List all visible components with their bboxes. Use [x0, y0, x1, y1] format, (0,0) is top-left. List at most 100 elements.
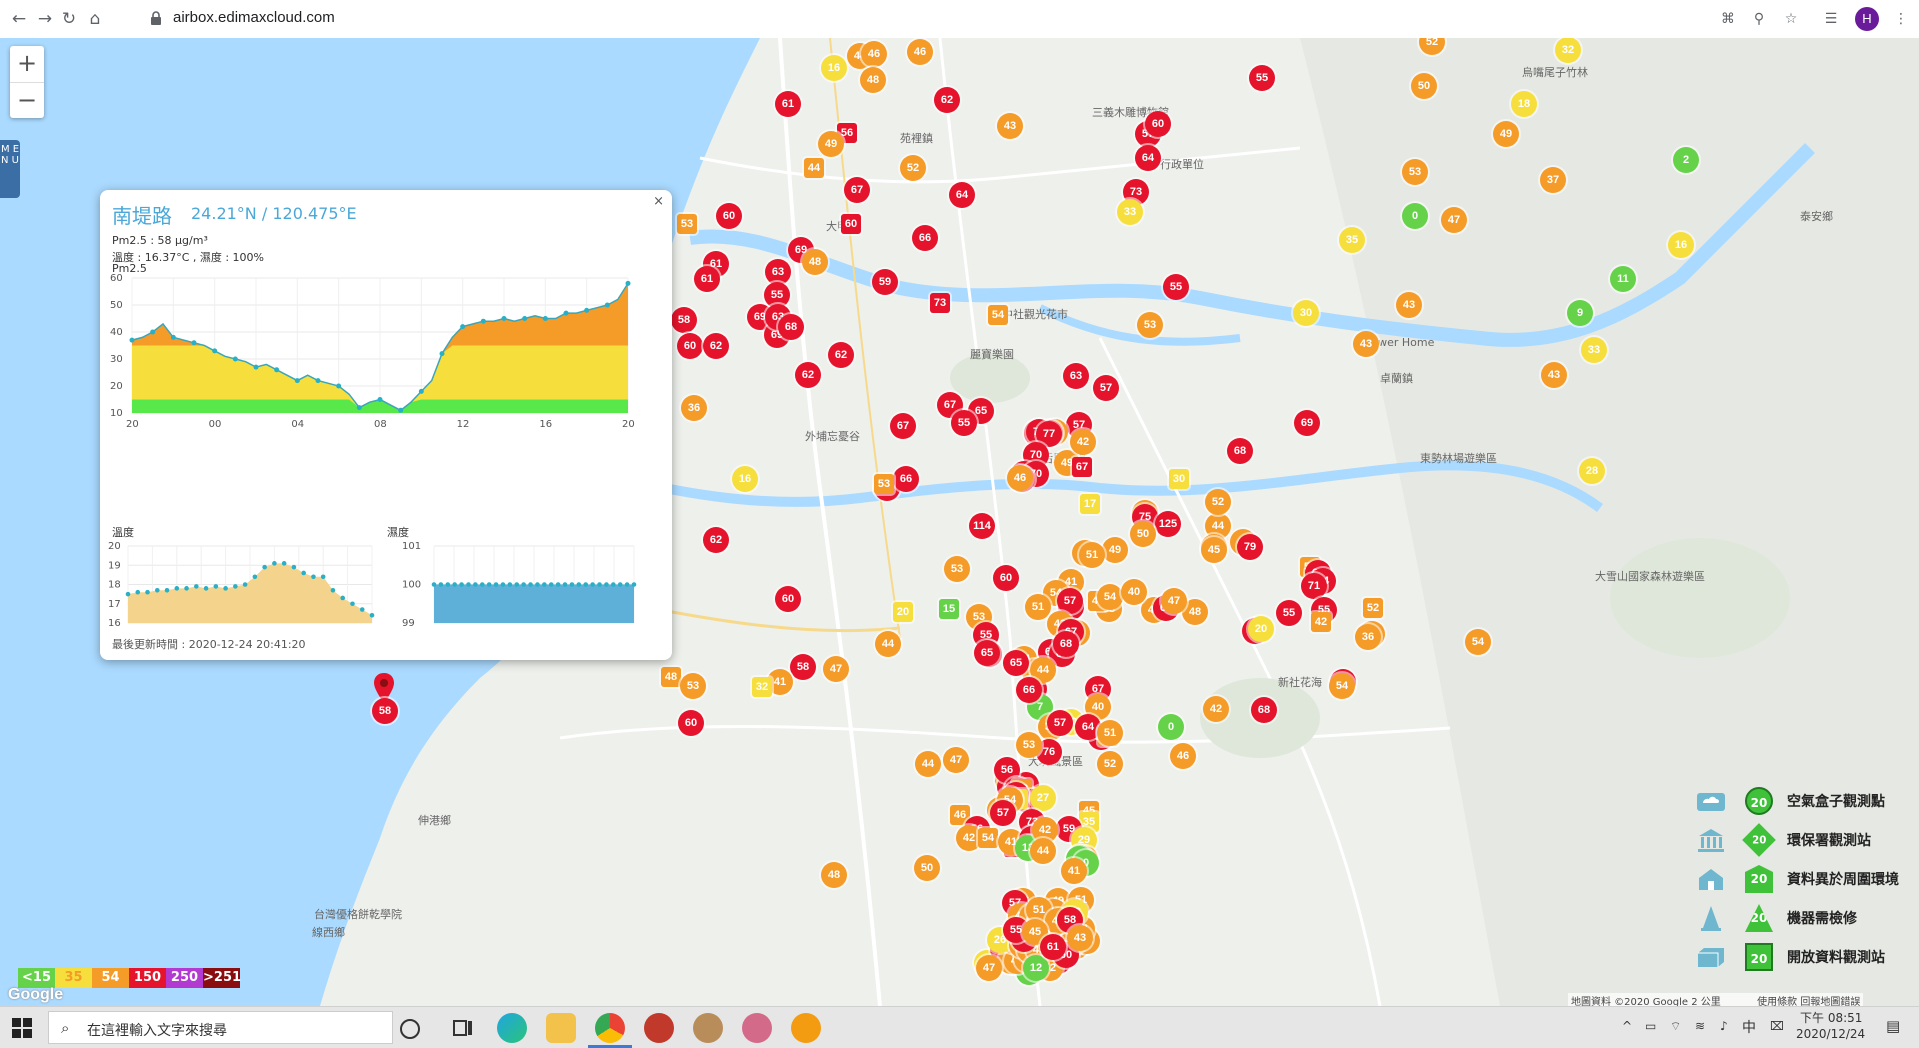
sensor-marker[interactable]: 55 [1276, 600, 1302, 626]
tray-wifi-icon[interactable]: ≋ [1695, 1019, 1705, 1033]
sensor-marker[interactable]: 9 [1567, 300, 1593, 326]
clock-date[interactable]: 2020/12/24 [1796, 1027, 1865, 1041]
sensor-marker[interactable]: 11 [1610, 266, 1636, 292]
sensor-marker[interactable]: 48 [661, 667, 681, 687]
more-menu-icon[interactable]: ⋮ [1890, 8, 1912, 30]
sensor-marker[interactable]: 48 [802, 249, 828, 275]
sensor-marker[interactable]: 44 [875, 631, 901, 657]
cortana-icon[interactable] [400, 1019, 420, 1039]
sensor-marker[interactable]: 53 [1137, 312, 1163, 338]
sensor-marker[interactable]: 60 [1145, 111, 1171, 137]
map-attribution[interactable]: 地圖資料 ©2020 Google 2 公里 ______ 使用條款 回報地圖錯… [1568, 993, 1864, 1006]
taskbar-search[interactable]: ⌕ 在這裡輸入文字來搜尋 [48, 1011, 393, 1044]
sensor-marker[interactable]: 53 [1402, 159, 1428, 185]
sensor-marker[interactable]: 67 [844, 177, 870, 203]
sensor-marker[interactable]: 68 [778, 314, 804, 340]
sensor-marker[interactable]: 79 [1237, 534, 1263, 560]
sensor-marker[interactable]: 53 [680, 673, 706, 699]
forward-button[interactable]: → [34, 8, 56, 30]
sensor-marker[interactable]: 37 [1540, 167, 1566, 193]
sensor-marker[interactable]: 53 [1016, 732, 1042, 758]
map-canvas[interactable]: 三義木雕博物館 行政單位 卓蘭鎮 大甲 苑裡鎮 東勢林場遊樂區 大雪山國家森林遊… [0, 38, 1919, 1006]
zoom-in-button[interactable]: + [10, 46, 44, 83]
sensor-marker[interactable]: 68 [1053, 631, 1079, 657]
sensor-marker[interactable]: 57 [1093, 375, 1119, 401]
sensor-marker[interactable]: 46 [1170, 743, 1196, 769]
sensor-marker[interactable]: 68 [1251, 697, 1277, 723]
zoom-icon[interactable]: ⚲ [1748, 8, 1770, 30]
sensor-marker[interactable]: 49 [1493, 121, 1519, 147]
sensor-marker[interactable]: 60 [677, 333, 703, 359]
sensor-marker[interactable]: 50 [1130, 521, 1156, 547]
sensor-marker[interactable]: 69 [1294, 410, 1320, 436]
sensor-marker[interactable]: 47 [1161, 588, 1187, 614]
back-button[interactable]: ← [8, 8, 30, 30]
sensor-marker[interactable]: 51 [1025, 594, 1051, 620]
menu-tab[interactable]: M E N U [0, 140, 20, 198]
edge-browser-icon[interactable] [497, 1013, 527, 1043]
sensor-marker[interactable]: 54 [988, 305, 1008, 325]
notification-icon[interactable]: ▤ [1886, 1017, 1900, 1035]
close-icon[interactable]: × [653, 194, 664, 209]
sensor-marker[interactable]: 33 [1117, 199, 1143, 225]
sensor-marker[interactable]: 47 [823, 656, 849, 682]
sensor-marker[interactable]: 20 [893, 602, 913, 622]
sensor-marker[interactable]: 49 [818, 131, 844, 157]
task-view-icon[interactable] [448, 1013, 478, 1043]
sensor-marker[interactable]: 32 [1555, 38, 1581, 63]
sensor-marker[interactable]: 42 [1203, 696, 1229, 722]
tray-ime-indicator[interactable]: 中 [1742, 1017, 1756, 1037]
sensor-marker[interactable]: 48 [860, 67, 886, 93]
google-logo[interactable]: Google [8, 986, 63, 1004]
reading-list-icon[interactable]: ☰ [1820, 8, 1842, 30]
sensor-marker[interactable]: 46 [1007, 465, 1033, 491]
sensor-marker[interactable]: 54 [1465, 629, 1491, 655]
sensor-marker[interactable]: 66 [893, 466, 919, 492]
sensor-marker[interactable]: 50 [1411, 73, 1437, 99]
sensor-marker[interactable]: 64 [1135, 145, 1161, 171]
sensor-marker[interactable]: 12 [1023, 955, 1049, 981]
windows-start-icon[interactable] [12, 1018, 32, 1038]
sensor-marker[interactable]: 30 [1293, 300, 1319, 326]
sensor-marker-selected[interactable]: 58 [372, 698, 398, 724]
sensor-marker[interactable]: 60 [775, 586, 801, 612]
translate-icon[interactable]: ⌘ [1717, 8, 1739, 30]
sensor-marker[interactable]: 27 [1030, 785, 1056, 811]
sensor-marker[interactable]: 62 [828, 342, 854, 368]
app-icon-orange[interactable] [791, 1013, 821, 1043]
sensor-marker[interactable]: 40 [1121, 579, 1147, 605]
sensor-marker[interactable]: 53 [874, 474, 894, 494]
sensor-marker[interactable]: 55 [1163, 274, 1189, 300]
sensor-marker[interactable]: 65 [974, 640, 1000, 666]
sensor-marker[interactable]: 61 [1040, 934, 1066, 960]
sensor-marker[interactable]: 58 [671, 307, 697, 333]
sensor-marker[interactable]: 36 [681, 395, 707, 421]
sensor-marker[interactable]: 47 [943, 747, 969, 773]
sensor-marker[interactable]: 52 [1205, 489, 1231, 515]
sensor-marker[interactable]: 62 [795, 362, 821, 388]
sensor-marker[interactable]: 54 [1329, 673, 1355, 699]
sensor-marker[interactable]: 47 [976, 955, 1002, 981]
sensor-marker[interactable]: 66 [912, 225, 938, 251]
chrome-browser-icon[interactable] [595, 1013, 625, 1043]
sensor-marker[interactable]: 42 [1311, 612, 1331, 632]
sensor-marker[interactable]: 52 [1363, 598, 1383, 618]
tray-input-icon[interactable]: ⌧ [1770, 1019, 1784, 1033]
sensor-marker[interactable]: 62 [703, 333, 729, 359]
sensor-marker[interactable]: 46 [907, 39, 933, 65]
sensor-marker[interactable]: 60 [678, 710, 704, 736]
sensor-marker[interactable]: 20 [1248, 616, 1274, 642]
sensor-marker[interactable]: 60 [841, 214, 861, 234]
sensor-marker[interactable]: 57 [1047, 710, 1073, 736]
sensor-marker[interactable]: 44 [915, 751, 941, 777]
sensor-marker[interactable]: 62 [934, 87, 960, 113]
sensor-marker[interactable]: 16 [732, 466, 758, 492]
app-icon-pink[interactable] [742, 1013, 772, 1043]
sensor-marker[interactable]: 60 [993, 565, 1019, 591]
bookmark-star-icon[interactable]: ☆ [1780, 8, 1802, 30]
address-bar[interactable]: airbox.edimaxcloud.com [173, 9, 335, 26]
sensor-marker[interactable]: 55 [951, 410, 977, 436]
sensor-marker[interactable]: 51 [1097, 720, 1123, 746]
sensor-marker[interactable]: 17 [1080, 494, 1100, 514]
sensor-marker[interactable]: 49 [1102, 537, 1128, 563]
